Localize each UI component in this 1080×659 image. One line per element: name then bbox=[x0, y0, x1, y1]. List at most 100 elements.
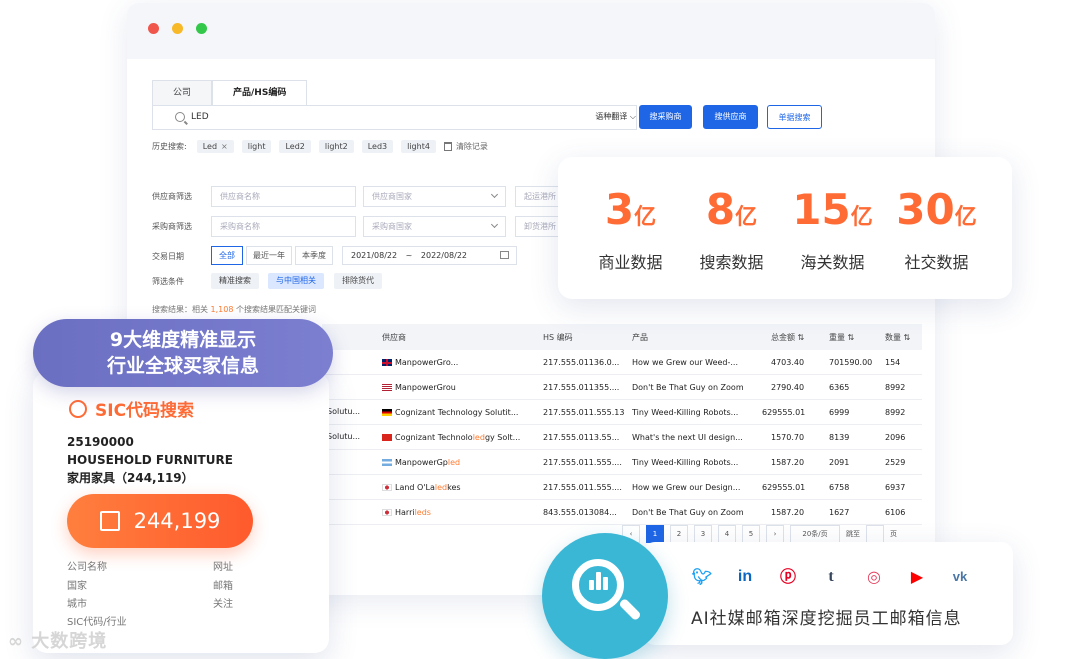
chevron-down-icon bbox=[490, 190, 499, 199]
supplier-country-select[interactable]: 供应商国家 bbox=[363, 186, 506, 207]
field-sic-industry: SIC代码/行业 bbox=[67, 617, 127, 628]
history-chip[interactable]: Led × bbox=[196, 140, 234, 153]
weight-cell: 701590.00 bbox=[829, 358, 873, 367]
sic-name-cn: 家用家具（244,119） bbox=[67, 471, 194, 485]
flag-kr-icon bbox=[382, 484, 392, 491]
date-range-all[interactable]: 全部 bbox=[211, 246, 243, 265]
building-icon bbox=[99, 511, 120, 531]
close-window-button[interactable] bbox=[148, 23, 159, 34]
amount-cell: 629555.01 bbox=[762, 408, 806, 417]
history-chip[interactable]: light2 bbox=[318, 140, 354, 153]
page-size-select[interactable]: 20条/页 bbox=[790, 525, 840, 543]
search-value: LED bbox=[191, 112, 209, 122]
result-count: 1,108 bbox=[210, 305, 234, 314]
flag-kr-icon bbox=[382, 509, 392, 516]
hs-cell: 217.555.0113.55... bbox=[543, 433, 620, 442]
weight-cell: 6758 bbox=[829, 483, 850, 492]
keyword-highlight: led bbox=[434, 483, 448, 492]
flag-ar-icon bbox=[382, 459, 392, 466]
clear-history-button[interactable]: 清除记录 bbox=[443, 141, 488, 152]
twitter-icon[interactable]: 🐦︎ bbox=[691, 566, 713, 588]
condition-china-related[interactable]: 与中国相关 bbox=[268, 273, 324, 289]
minimize-window-button[interactable] bbox=[172, 23, 183, 34]
stat-customs: 15亿 海关数据 bbox=[780, 185, 885, 273]
search-input[interactable]: LED 语种翻译 ⌵ bbox=[152, 105, 637, 130]
youtube-icon[interactable]: ▶ bbox=[906, 566, 928, 588]
col-amount[interactable]: 总金额 ⇅ bbox=[771, 332, 804, 343]
page-button[interactable]: 3 bbox=[694, 525, 712, 543]
date-range-last-year[interactable]: 最近一年 bbox=[246, 246, 292, 265]
tab-product-hs[interactable]: 产品/HS编码 bbox=[212, 80, 308, 105]
supplier-name: ManpowerGp bbox=[395, 458, 448, 467]
weight-cell: 6365 bbox=[829, 383, 850, 392]
pinterest-icon[interactable]: ⓟ bbox=[777, 566, 799, 588]
keyword-highlight: led bbox=[472, 433, 485, 442]
table-row[interactable]: ManpowerGrou 217.555.011355.... Don't Be… bbox=[322, 375, 922, 400]
dimension-banner: 9大维度精准显示 行业全球买家信息 bbox=[33, 319, 333, 387]
close-icon[interactable]: × bbox=[221, 142, 228, 151]
supplier-cell: ManpowerGpled bbox=[382, 458, 537, 467]
page-button[interactable]: 5 bbox=[742, 525, 760, 543]
search-suppliers-button[interactable]: 搜供应商 bbox=[703, 105, 758, 129]
hs-cell: 843.555.013084... bbox=[543, 508, 617, 517]
page-button[interactable]: 2 bbox=[670, 525, 688, 543]
tab-company[interactable]: 公司 bbox=[152, 80, 213, 105]
vk-icon[interactable]: vk bbox=[949, 566, 971, 588]
table-row[interactable]: Cognizant Technology Solutit... 217.555.… bbox=[322, 400, 922, 425]
quantity-cell: 2096 bbox=[885, 433, 906, 442]
banner-line-2: 行业全球买家信息 bbox=[106, 355, 259, 377]
sic-count-button[interactable]: 244,199 bbox=[67, 494, 253, 548]
field-country: 国家 bbox=[67, 581, 87, 592]
col-weight[interactable]: 重量 ⇅ bbox=[829, 332, 854, 343]
stat-number: 3 bbox=[604, 185, 635, 234]
stat-number: 30 bbox=[896, 185, 955, 234]
search-icon bbox=[175, 112, 185, 122]
table-row[interactable]: Harrileds 843.555.013084... Don't Be Tha… bbox=[322, 500, 922, 525]
date-range-quarter[interactable]: 本季度 bbox=[295, 246, 333, 265]
history-chip[interactable]: Led3 bbox=[361, 140, 394, 153]
field-website: 网址 bbox=[213, 562, 233, 573]
instagram-icon[interactable]: ◎ bbox=[863, 566, 885, 588]
stat-search: 8亿 搜索数据 bbox=[679, 185, 784, 273]
product-cell: How we Grew our Design... bbox=[632, 483, 741, 492]
buyer-country-placeholder: 采购商国家 bbox=[372, 222, 412, 231]
search-buyers-button[interactable]: 搜采购商 bbox=[639, 105, 692, 129]
history-chip[interactable]: light bbox=[241, 140, 272, 153]
history-chip-label: Led bbox=[202, 142, 218, 151]
table-row[interactable]: Land O'Laledkes 217.555.011.555.... How … bbox=[322, 475, 922, 500]
condition-exclude-forwarders[interactable]: 排除货代 bbox=[334, 273, 382, 289]
history-chip[interactable]: Led2 bbox=[279, 140, 311, 153]
stat-number: 8 bbox=[705, 185, 736, 234]
next-page-button[interactable]: › bbox=[766, 525, 784, 543]
buyer-country-select[interactable]: 采购商国家 bbox=[363, 216, 506, 237]
language-translate-select[interactable]: 语种翻译 ⌵ bbox=[595, 111, 636, 122]
keyword-highlight: led bbox=[447, 458, 461, 467]
history-chip[interactable]: light4 bbox=[401, 140, 436, 153]
maximize-window-button[interactable] bbox=[196, 23, 207, 34]
search-tabs: 公司 产品/HS编码 bbox=[152, 80, 308, 105]
flag-us-icon bbox=[382, 384, 392, 391]
page-button[interactable]: 1 bbox=[646, 525, 664, 543]
col-quantity[interactable]: 数量 ⇅ bbox=[885, 332, 910, 343]
table-row[interactable]: Cognizant Technololedgy Solt... 217.555.… bbox=[322, 425, 922, 450]
product-cell: Tiny Weed-Killing Robots... bbox=[632, 408, 739, 417]
quantity-cell: 2529 bbox=[885, 458, 906, 467]
supplier-name-input[interactable]: 供应商名称 bbox=[211, 186, 356, 207]
table-row[interactable]: ManpowerGro... 217.555.01136.0... How we… bbox=[322, 350, 922, 375]
condition-exact-search[interactable]: 精准搜索 bbox=[211, 273, 259, 289]
table-row[interactable]: ManpowerGpled 217.555.011.555.... Tiny W… bbox=[322, 450, 922, 475]
jump-page-input[interactable] bbox=[866, 525, 884, 543]
stat-label: 社交数据 bbox=[904, 253, 969, 272]
sic-code: 25190000 bbox=[67, 435, 134, 449]
buyer-name-input[interactable]: 采购商名称 bbox=[211, 216, 356, 237]
supplier-cell: Cognizant Technology Solutit... bbox=[382, 408, 537, 417]
linkedin-icon[interactable]: in bbox=[734, 566, 756, 588]
supplier-name: Cognizant Technology Solutit... bbox=[395, 408, 519, 417]
bill-search-button[interactable]: 单据搜索 bbox=[767, 105, 822, 129]
quantity-cell: 6106 bbox=[885, 508, 906, 517]
tumblr-icon[interactable]: t bbox=[820, 566, 842, 588]
page-button[interactable]: 4 bbox=[718, 525, 736, 543]
result-summary: 搜索结果：相关 1,108 个搜索结果匹配关键词 bbox=[152, 304, 316, 315]
trend-chart-icon bbox=[69, 399, 87, 418]
date-range-picker[interactable]: 2021/08/22 ~ 2022/08/22 bbox=[342, 246, 517, 265]
